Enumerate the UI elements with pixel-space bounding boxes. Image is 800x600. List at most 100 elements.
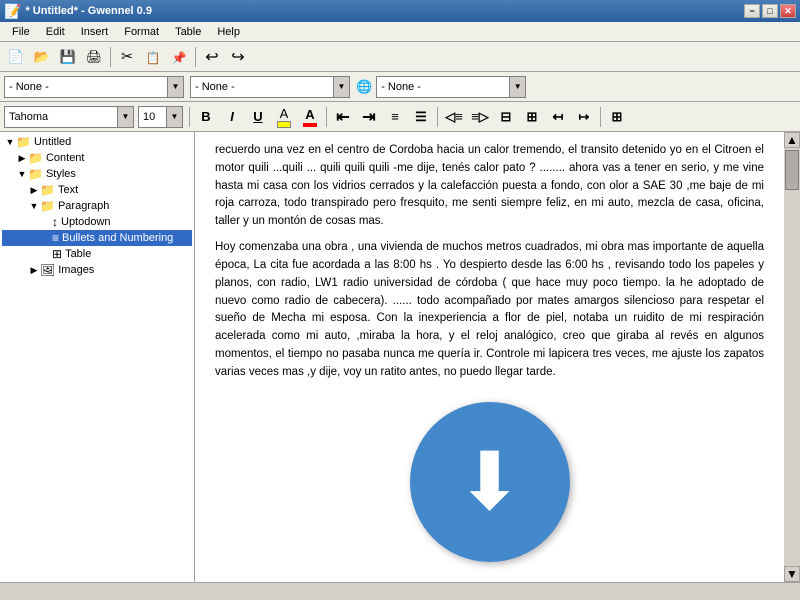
color-dropdown-arrow[interactable]: ▼ [509, 77, 525, 97]
font-size-arrow[interactable]: ▼ [166, 107, 182, 127]
sidebar-label-table: Table [65, 248, 91, 260]
sidebar-label-paragraph: Paragraph [58, 200, 109, 212]
titlebar: 📝 * Untitled* - Gwennel 0.9 − □ ✕ [0, 0, 800, 22]
align-right-button[interactable]: ≡ [383, 105, 407, 129]
copy-button[interactable] [141, 45, 165, 69]
font-size-dropdown[interactable]: 10 ▼ [138, 106, 183, 128]
sidebar-item-text[interactable]: ▶ 📁 Text [2, 182, 192, 198]
sidebar-item-images[interactable]: ▶ 🖼 Images [2, 262, 192, 278]
color-dropdown-value: - None - [377, 81, 509, 93]
font-color-button[interactable]: A [298, 105, 322, 129]
menu-insert[interactable]: Insert [73, 24, 117, 40]
vertical-scrollbar[interactable]: ▲ ▼ [784, 132, 800, 582]
underline-button[interactable]: U [246, 105, 270, 129]
menu-format[interactable]: Format [116, 24, 167, 40]
toolbar-separator2 [195, 47, 196, 67]
bullet-list-button[interactable]: ⊟ [494, 105, 518, 129]
numbered-list-button[interactable]: ⊞ [520, 105, 544, 129]
table-insert-button[interactable]: ⊞ [605, 105, 629, 129]
style-dropdown-arrow[interactable]: ▼ [167, 77, 183, 97]
highlight-button[interactable]: A [272, 105, 296, 129]
folder-paragraph-icon: 📁 [40, 199, 55, 213]
indent-decrease-button[interactable]: ◁≡ [442, 105, 466, 129]
toggle-styles[interactable]: ▼ [16, 169, 28, 179]
sidebar-item-uptodown[interactable]: ↕ Uptodown [2, 214, 192, 230]
scroll-down-button[interactable]: ▼ [784, 566, 800, 582]
save-button[interactable] [56, 45, 80, 69]
fmt-sep1 [189, 107, 190, 127]
save-icon [60, 48, 76, 65]
bold-button[interactable]: B [194, 105, 218, 129]
new-button[interactable] [4, 45, 28, 69]
menubar: File Edit Insert Format Table Help [0, 22, 800, 42]
toolbar3: Tahoma ▼ 10 ▼ B I U A A ⇤ ⇥ ≡ ☰ ◁≡ ≡▷ ⊟ … [0, 102, 800, 132]
table-insert-icon: ⊞ [612, 109, 623, 125]
print-button[interactable] [82, 45, 106, 69]
scroll-thumb[interactable] [785, 150, 799, 190]
increase-list-icon: ↦ [579, 109, 590, 125]
folder-untitled-icon: 📁 [16, 135, 31, 149]
sidebar-item-paragraph[interactable]: ▼ 📁 Paragraph [2, 198, 192, 214]
style-dropdown[interactable]: - None - ▼ [4, 76, 184, 98]
sidebar-label-uptodown: Uptodown [61, 216, 111, 228]
cut-button[interactable] [115, 45, 139, 69]
editor-paragraph-2: Hoy comenzaba una obra , una vivienda de… [215, 239, 764, 382]
editor[interactable]: recuerdo una vez en el centro de Cordoba… [195, 132, 784, 582]
indent-increase-icon: ≡▷ [471, 109, 489, 125]
sidebar-label-bullets: Bullets and Numbering [62, 232, 173, 244]
sidebar-item-untitled[interactable]: ▼ 📁 Untitled [2, 134, 192, 150]
toggle-text[interactable]: ▶ [28, 185, 40, 196]
editor-paragraph-1: recuerdo una vez en el centro de Cordoba… [215, 142, 764, 231]
sidebar: ▼ 📁 Untitled ▶ 📁 Content ▼ 📁 Styles ▶ 📁 … [0, 132, 195, 582]
font-name-dropdown[interactable]: Tahoma ▼ [4, 106, 134, 128]
decrease-list-button[interactable]: ↤ [546, 105, 570, 129]
fmt-sep3 [437, 107, 438, 127]
redo-button[interactable]: ↪ [226, 45, 250, 69]
copy-icon [146, 49, 161, 65]
main-area: ▼ 📁 Untitled ▶ 📁 Content ▼ 📁 Styles ▶ 📁 … [0, 132, 800, 582]
open-button[interactable] [30, 45, 54, 69]
align-left-button[interactable]: ⇤ [331, 105, 355, 129]
undo-button[interactable]: ↩ [200, 45, 224, 69]
sidebar-label-untitled: Untitled [34, 136, 71, 148]
download-arrow-container: ⬇ [215, 402, 764, 562]
align-center-button[interactable]: ⇥ [357, 105, 381, 129]
font-color-icon: A [305, 107, 314, 122]
toggle-content[interactable]: ▶ [16, 153, 28, 164]
font-color-swatch [303, 123, 317, 127]
sidebar-label-content: Content [46, 152, 85, 164]
font-style-dropdown-arrow[interactable]: ▼ [333, 77, 349, 97]
toolbar-separator [110, 47, 111, 67]
increase-list-button[interactable]: ↦ [572, 105, 596, 129]
menu-help[interactable]: Help [209, 24, 248, 40]
indent-increase-button[interactable]: ≡▷ [468, 105, 492, 129]
font-style-dropdown[interactable]: - None - ▼ [190, 76, 350, 98]
folder-content-icon: 📁 [28, 151, 43, 165]
font-name-arrow[interactable]: ▼ [117, 107, 133, 127]
sidebar-item-bullets[interactable]: ≡ Bullets and Numbering [2, 230, 192, 246]
menu-table[interactable]: Table [167, 24, 209, 40]
scroll-track [785, 148, 799, 566]
close-button[interactable]: ✕ [780, 4, 796, 18]
sidebar-item-table[interactable]: ⊞ Table [2, 246, 192, 262]
italic-button[interactable]: I [220, 105, 244, 129]
paste-button[interactable] [167, 45, 191, 69]
minimize-button[interactable]: − [744, 4, 760, 18]
sidebar-item-styles[interactable]: ▼ 📁 Styles [2, 166, 192, 182]
toggle-images[interactable]: ▶ [28, 265, 40, 276]
numbered-list-icon: ⊞ [527, 109, 538, 125]
toggle-untitled[interactable]: ▼ [4, 137, 16, 147]
style-dropdown-value: - None - [5, 81, 167, 93]
menu-edit[interactable]: Edit [38, 24, 73, 40]
color-dropdown[interactable]: - None - ▼ [376, 76, 526, 98]
align-justify-button[interactable]: ☰ [409, 105, 433, 129]
bullet-list-icon: ⊟ [501, 109, 512, 125]
menu-file[interactable]: File [4, 24, 38, 40]
window-title: * Untitled* - Gwennel 0.9 [25, 5, 152, 17]
sidebar-item-content[interactable]: ▶ 📁 Content [2, 150, 192, 166]
folder-styles-icon: 📁 [28, 167, 43, 181]
new-icon [8, 48, 24, 65]
maximize-button[interactable]: □ [762, 4, 778, 18]
scroll-up-button[interactable]: ▲ [784, 132, 800, 148]
toggle-paragraph[interactable]: ▼ [28, 201, 40, 211]
